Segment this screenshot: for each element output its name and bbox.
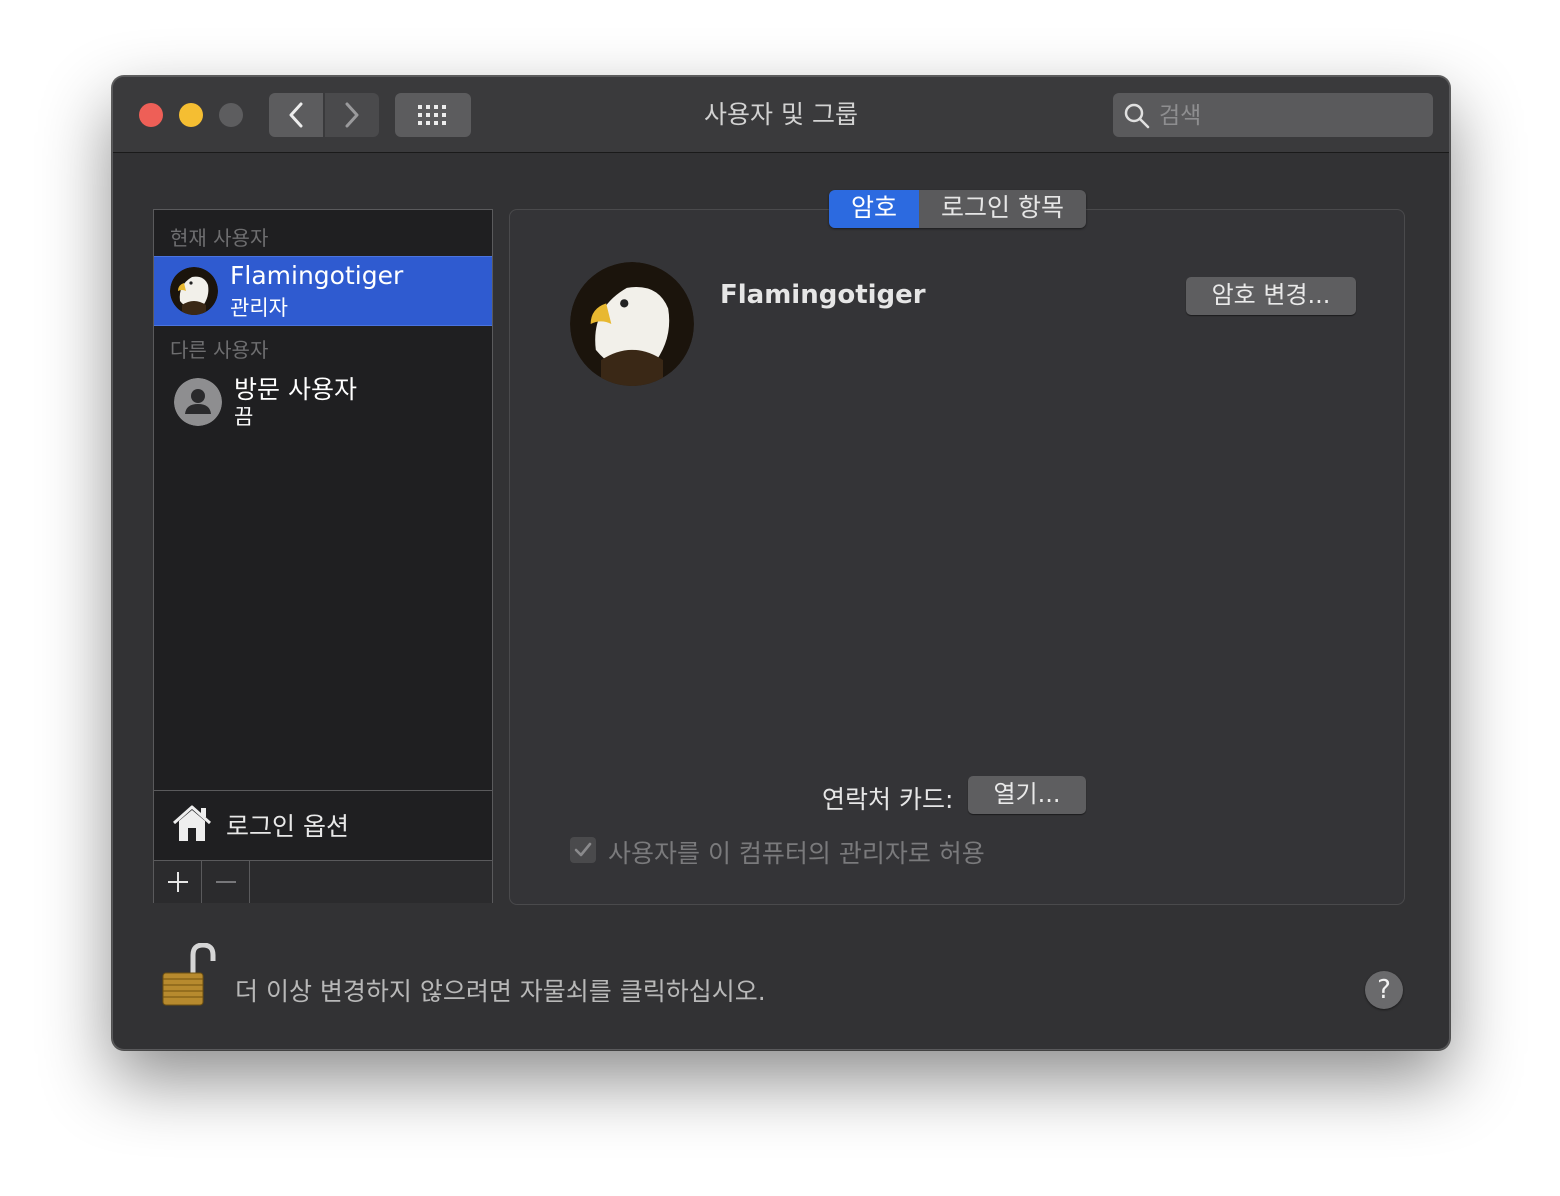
padlock-open-icon[interactable]: [157, 943, 223, 1009]
show-all-button[interactable]: [395, 93, 471, 137]
house-icon: [173, 805, 211, 841]
help-button[interactable]: ?: [1365, 971, 1403, 1009]
login-options-item[interactable]: 로그인 옵션: [154, 790, 492, 861]
tab-password[interactable]: 암호: [829, 190, 920, 228]
guest-user-status: 끔: [234, 405, 254, 429]
allow-admin-checkbox[interactable]: [570, 837, 596, 863]
zoom-button[interactable]: [219, 103, 243, 127]
user-picture[interactable]: [570, 262, 694, 386]
person-icon: [174, 378, 222, 426]
user-list: 현재 사용자 Flamingotiger 관리자 다른 사용자 방문 사용자 끔…: [153, 209, 493, 903]
current-user-role: 관리자: [230, 296, 288, 320]
search-field[interactable]: [1113, 93, 1433, 139]
close-button[interactable]: [139, 103, 163, 127]
allow-admin-label: 사용자를 이 컴퓨터의 관리자로 허용: [608, 839, 985, 868]
other-users-heading: 다른 사용자: [170, 338, 269, 362]
plus-icon: [167, 872, 188, 892]
user-row-guest[interactable]: 방문 사용자 끔: [154, 366, 492, 434]
back-button[interactable]: [269, 93, 323, 137]
add-user-button[interactable]: [154, 861, 202, 903]
preferences-window: 사용자 및 그룹 검색 현재 사용자 Flamingotiger 관리자 다른 …: [112, 76, 1450, 1050]
search-input[interactable]: [1157, 93, 1421, 139]
current-user-name: Flamingotiger: [230, 261, 404, 290]
user-full-name: Flamingotiger: [720, 280, 926, 310]
eagle-avatar-icon: [570, 262, 694, 386]
forward-button[interactable]: [325, 93, 379, 137]
remove-user-button[interactable]: [202, 861, 250, 903]
user-row-current[interactable]: Flamingotiger 관리자: [154, 256, 492, 326]
open-contact-button[interactable]: 열기...: [968, 776, 1086, 814]
change-password-button[interactable]: 암호 변경...: [1186, 277, 1356, 315]
avatar: [170, 267, 218, 315]
search-icon: [1124, 103, 1150, 129]
lock-message: 더 이상 변경하지 않으려면 자물쇠를 클릭하십시오.: [235, 977, 766, 1006]
minimize-button[interactable]: [179, 103, 203, 127]
grid-icon: [418, 105, 446, 125]
list-toolbar: [154, 860, 492, 903]
chevron-right-icon: [345, 102, 359, 128]
minus-icon: [215, 881, 236, 883]
tab-login-items[interactable]: 로그인 항목: [919, 190, 1086, 228]
current-users-heading: 현재 사용자: [170, 226, 269, 250]
detail-panel: Flamingotiger 암호 변경... 연락처 카드: 열기... 사용자…: [509, 209, 1405, 905]
contact-card-label: 연락처 카드:: [822, 785, 954, 814]
login-options-label: 로그인 옵션: [226, 812, 349, 841]
checkmark-icon: [574, 842, 592, 857]
tab-bar: 암호 로그인 항목: [829, 190, 1086, 228]
chevron-left-icon: [289, 102, 303, 128]
titlebar: 사용자 및 그룹: [113, 77, 1449, 153]
guest-avatar: [174, 378, 222, 426]
eagle-avatar-icon: [170, 267, 218, 315]
